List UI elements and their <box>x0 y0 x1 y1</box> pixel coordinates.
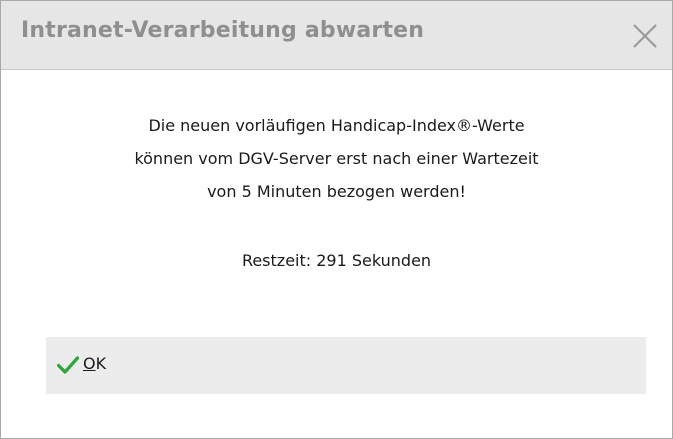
title-bar: Intranet-Verarbeitung abwarten <box>1 1 672 70</box>
checkmark-icon <box>57 356 79 374</box>
close-icon <box>633 24 657 48</box>
close-button[interactable] <box>632 23 658 49</box>
ok-mnemonic: O <box>83 354 96 373</box>
dialog-title: Intranet-Verarbeitung abwarten <box>21 18 425 43</box>
message-line: Die neuen vorläufigen Handicap-Index®-We… <box>148 116 525 135</box>
countdown-text: Restzeit: 291 Sekunden <box>241 251 432 270</box>
ok-button[interactable]: OK <box>46 337 646 394</box>
message-line: können vom DGV-Server erst nach einer Wa… <box>134 149 539 168</box>
ok-label-rest: K <box>95 354 107 373</box>
message-line: von 5 Minuten bezogen werden! <box>207 182 466 201</box>
dialog-window: Intranet-Verarbeitung abwarten Die neuen… <box>0 0 673 439</box>
message-text: Die neuen vorläufigen Handicap-Index®-We… <box>1 109 672 208</box>
ok-button-label: OK <box>83 354 106 373</box>
